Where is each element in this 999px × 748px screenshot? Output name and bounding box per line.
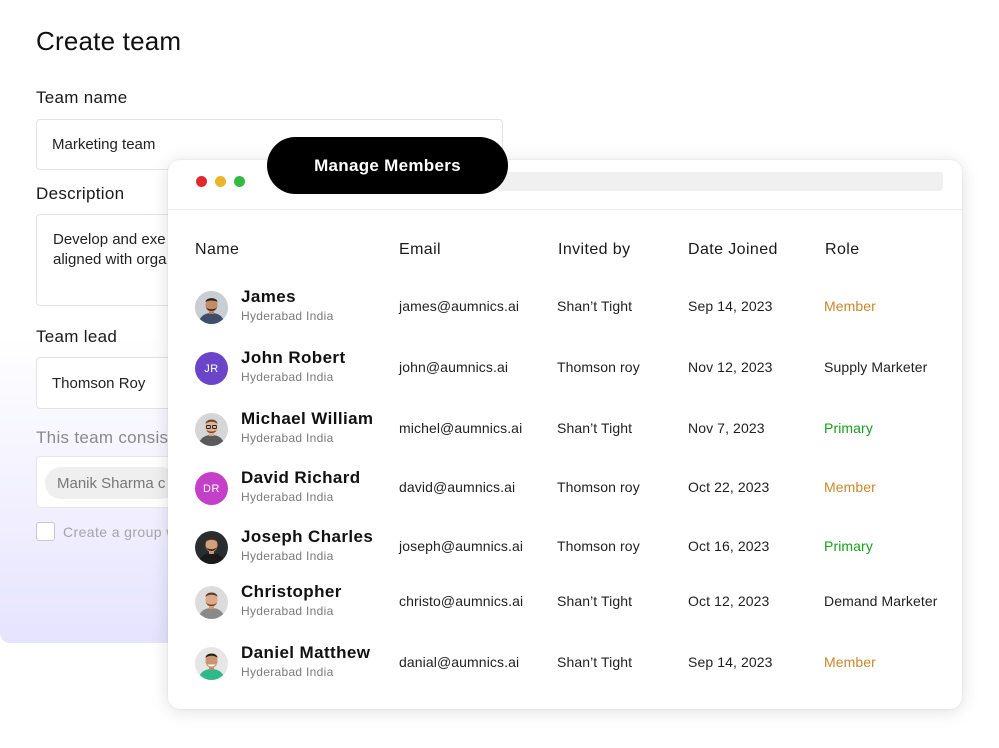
member-email: james@aumnics.ai xyxy=(399,298,520,314)
member-name: David Richard xyxy=(241,468,361,487)
team-lead-value: Thomson Roy xyxy=(52,374,146,392)
member-email: john@aumnics.ai xyxy=(399,359,509,375)
table-row[interactable]: James Hyderabad India james@aumnics.ai S… xyxy=(168,283,962,333)
member-date-joined: Sep 14, 2023 xyxy=(688,654,773,670)
member-date-joined: Oct 22, 2023 xyxy=(688,479,770,495)
table-row[interactable]: Michael William Hyderabad India michel@a… xyxy=(168,405,962,455)
column-header-email: Email xyxy=(399,241,442,258)
create-group-checkbox[interactable] xyxy=(36,522,55,541)
user-photo-icon xyxy=(195,413,228,446)
member-role[interactable]: Demand Marketer xyxy=(824,593,938,609)
manage-members-title: Manage Members xyxy=(267,137,508,194)
member-location: Hyderabad India xyxy=(241,431,334,445)
member-role[interactable]: Supply Marketer xyxy=(824,359,927,375)
member-name: Christopher xyxy=(241,582,342,601)
column-header-role: Role xyxy=(825,241,860,258)
maximize-window-icon[interactable] xyxy=(234,176,245,187)
member-email: joseph@aumnics.ai xyxy=(399,538,524,554)
table-row[interactable]: JR John Robert Hyderabad India john@aumn… xyxy=(168,344,962,394)
member-name: Daniel Matthew xyxy=(241,643,371,662)
member-role[interactable]: Member xyxy=(824,479,876,495)
table-row[interactable]: DR David Richard Hyderabad India david@a… xyxy=(168,464,962,514)
member-location: Hyderabad India xyxy=(241,309,334,323)
member-location: Hyderabad India xyxy=(241,370,334,384)
member-location: Hyderabad India xyxy=(241,604,334,618)
address-bar[interactable] xyxy=(498,172,943,191)
close-window-icon[interactable] xyxy=(196,176,207,187)
create-group-label: Create a group w xyxy=(63,523,177,540)
user-photo-icon xyxy=(195,291,228,324)
table-row[interactable]: Christopher Hyderabad India christo@aumn… xyxy=(168,578,962,628)
team-members-label: This team consis xyxy=(36,428,169,447)
member-invited-by: Shan’t Tight xyxy=(557,654,633,670)
member-role[interactable]: Member xyxy=(824,654,876,670)
team-lead-label: Team lead xyxy=(36,327,118,346)
member-invited-by: Thomson roy xyxy=(557,479,640,495)
member-role[interactable]: Primary xyxy=(824,538,873,554)
avatar xyxy=(195,291,228,324)
member-name: Joseph Charles xyxy=(241,527,374,546)
member-chip[interactable]: Manik Sharma c xyxy=(45,467,178,499)
description-line: aligned with orga xyxy=(53,251,167,268)
page-title: Create team xyxy=(36,26,182,56)
column-header-date-joined: Date Joined xyxy=(688,241,778,258)
member-role[interactable]: Primary xyxy=(824,420,873,436)
member-location: Hyderabad India xyxy=(241,490,334,504)
member-invited-by: Shan’t Tight xyxy=(557,420,633,436)
avatar: DR xyxy=(195,472,228,505)
column-header-name: Name xyxy=(195,241,240,258)
avatar xyxy=(195,531,228,564)
member-name: Michael William xyxy=(241,409,374,428)
create-group-option[interactable]: Create a group w xyxy=(36,522,177,541)
member-invited-by: Shan’t Tight xyxy=(557,298,633,314)
member-email: david@aumnics.ai xyxy=(399,479,516,495)
member-email: danial@aumnics.ai xyxy=(399,654,520,670)
member-name: John Robert xyxy=(241,348,346,367)
member-name: James xyxy=(241,287,296,306)
member-role[interactable]: Member xyxy=(824,298,876,314)
user-photo-icon xyxy=(195,586,228,619)
column-header-invited-by: Invited by xyxy=(558,241,631,258)
description-label: Description xyxy=(36,184,125,203)
member-email: christo@aumnics.ai xyxy=(399,593,524,609)
user-photo-icon xyxy=(195,531,228,564)
member-date-joined: Nov 12, 2023 xyxy=(688,359,773,375)
member-location: Hyderabad India xyxy=(241,549,334,563)
avatar-initials: DR xyxy=(203,482,220,495)
team-name-value: Marketing team xyxy=(52,136,156,153)
member-location: Hyderabad India xyxy=(241,665,334,679)
member-date-joined: Nov 7, 2023 xyxy=(688,420,765,436)
user-photo-icon xyxy=(195,647,228,680)
table-row[interactable]: Joseph Charles Hyderabad India joseph@au… xyxy=(168,523,962,573)
avatar-initials: JR xyxy=(204,362,219,375)
description-line: Develop and exe xyxy=(53,231,166,248)
team-name-label: Team name xyxy=(36,88,128,107)
avatar xyxy=(195,647,228,680)
member-date-joined: Sep 14, 2023 xyxy=(688,298,773,314)
table-row[interactable]: Daniel Matthew Hyderabad India danial@au… xyxy=(168,639,962,689)
manage-members-window: Name Email Invited by Date Joined Role J… xyxy=(168,160,962,709)
member-email: michel@aumnics.ai xyxy=(399,420,523,436)
member-invited-by: Thomson roy xyxy=(557,359,640,375)
member-date-joined: Oct 16, 2023 xyxy=(688,538,770,554)
member-invited-by: Shan’t Tight xyxy=(557,593,633,609)
avatar xyxy=(195,586,228,619)
member-date-joined: Oct 12, 2023 xyxy=(688,593,770,609)
member-invited-by: Thomson roy xyxy=(557,538,640,554)
avatar xyxy=(195,413,228,446)
minimize-window-icon[interactable] xyxy=(215,176,226,187)
avatar: JR xyxy=(195,352,228,385)
